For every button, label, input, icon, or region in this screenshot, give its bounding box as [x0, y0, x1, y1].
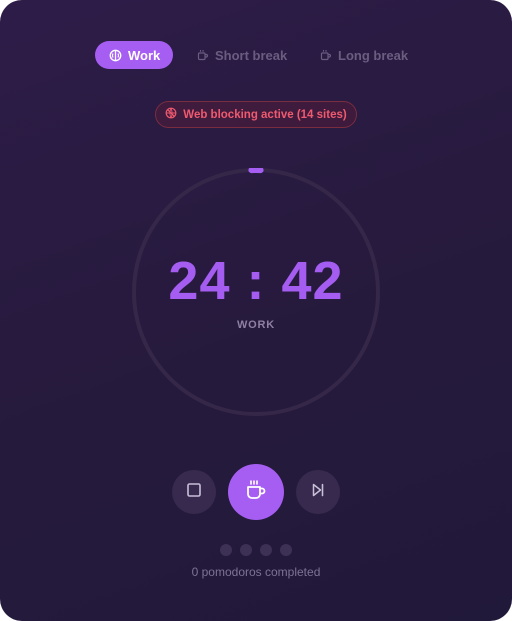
skip-button[interactable]: [296, 470, 340, 514]
coffee-icon: [197, 49, 209, 61]
timer-separator: :: [246, 251, 266, 311]
web-blocking-label: Web blocking active (14 sites): [183, 108, 347, 121]
timer-display: 24 : 42: [0, 250, 512, 312]
brain-icon: [109, 49, 122, 62]
tab-long-break[interactable]: Long break: [320, 41, 408, 69]
pomodoros-completed-text: 0 pomodoros completed: [191, 565, 321, 579]
pomodoro-dots: [220, 544, 292, 556]
mode-tabs: Work Short break Long break: [0, 41, 512, 69]
stop-button[interactable]: [172, 470, 216, 514]
pomodoro-dot: [280, 544, 292, 556]
pomodoro-dot: [240, 544, 252, 556]
tab-short-break[interactable]: Short break: [197, 41, 287, 69]
coffee-icon: [320, 49, 332, 61]
timer-minutes: 24: [168, 251, 231, 311]
tab-long-break-label: Long break: [338, 47, 409, 63]
pomodoro-dot: [220, 544, 232, 556]
tab-work-label: Work: [128, 47, 161, 63]
tab-short-break-label: Short break: [215, 47, 288, 63]
globe-blocked-icon: [165, 107, 177, 122]
skip-next-icon: [310, 482, 326, 503]
stop-icon: [186, 482, 202, 503]
pomodoro-dot: [260, 544, 272, 556]
break-button[interactable]: [228, 464, 284, 520]
timer-mode-label: WORK: [236, 319, 276, 331]
web-blocking-badge[interactable]: Web blocking active (14 sites): [155, 101, 357, 128]
tab-work[interactable]: Work: [95, 41, 173, 69]
coffee-cup-icon: [244, 478, 268, 507]
timer-seconds: 42: [281, 251, 344, 311]
pomodoro-window: Work Short break Long break Web blocking…: [0, 0, 512, 621]
